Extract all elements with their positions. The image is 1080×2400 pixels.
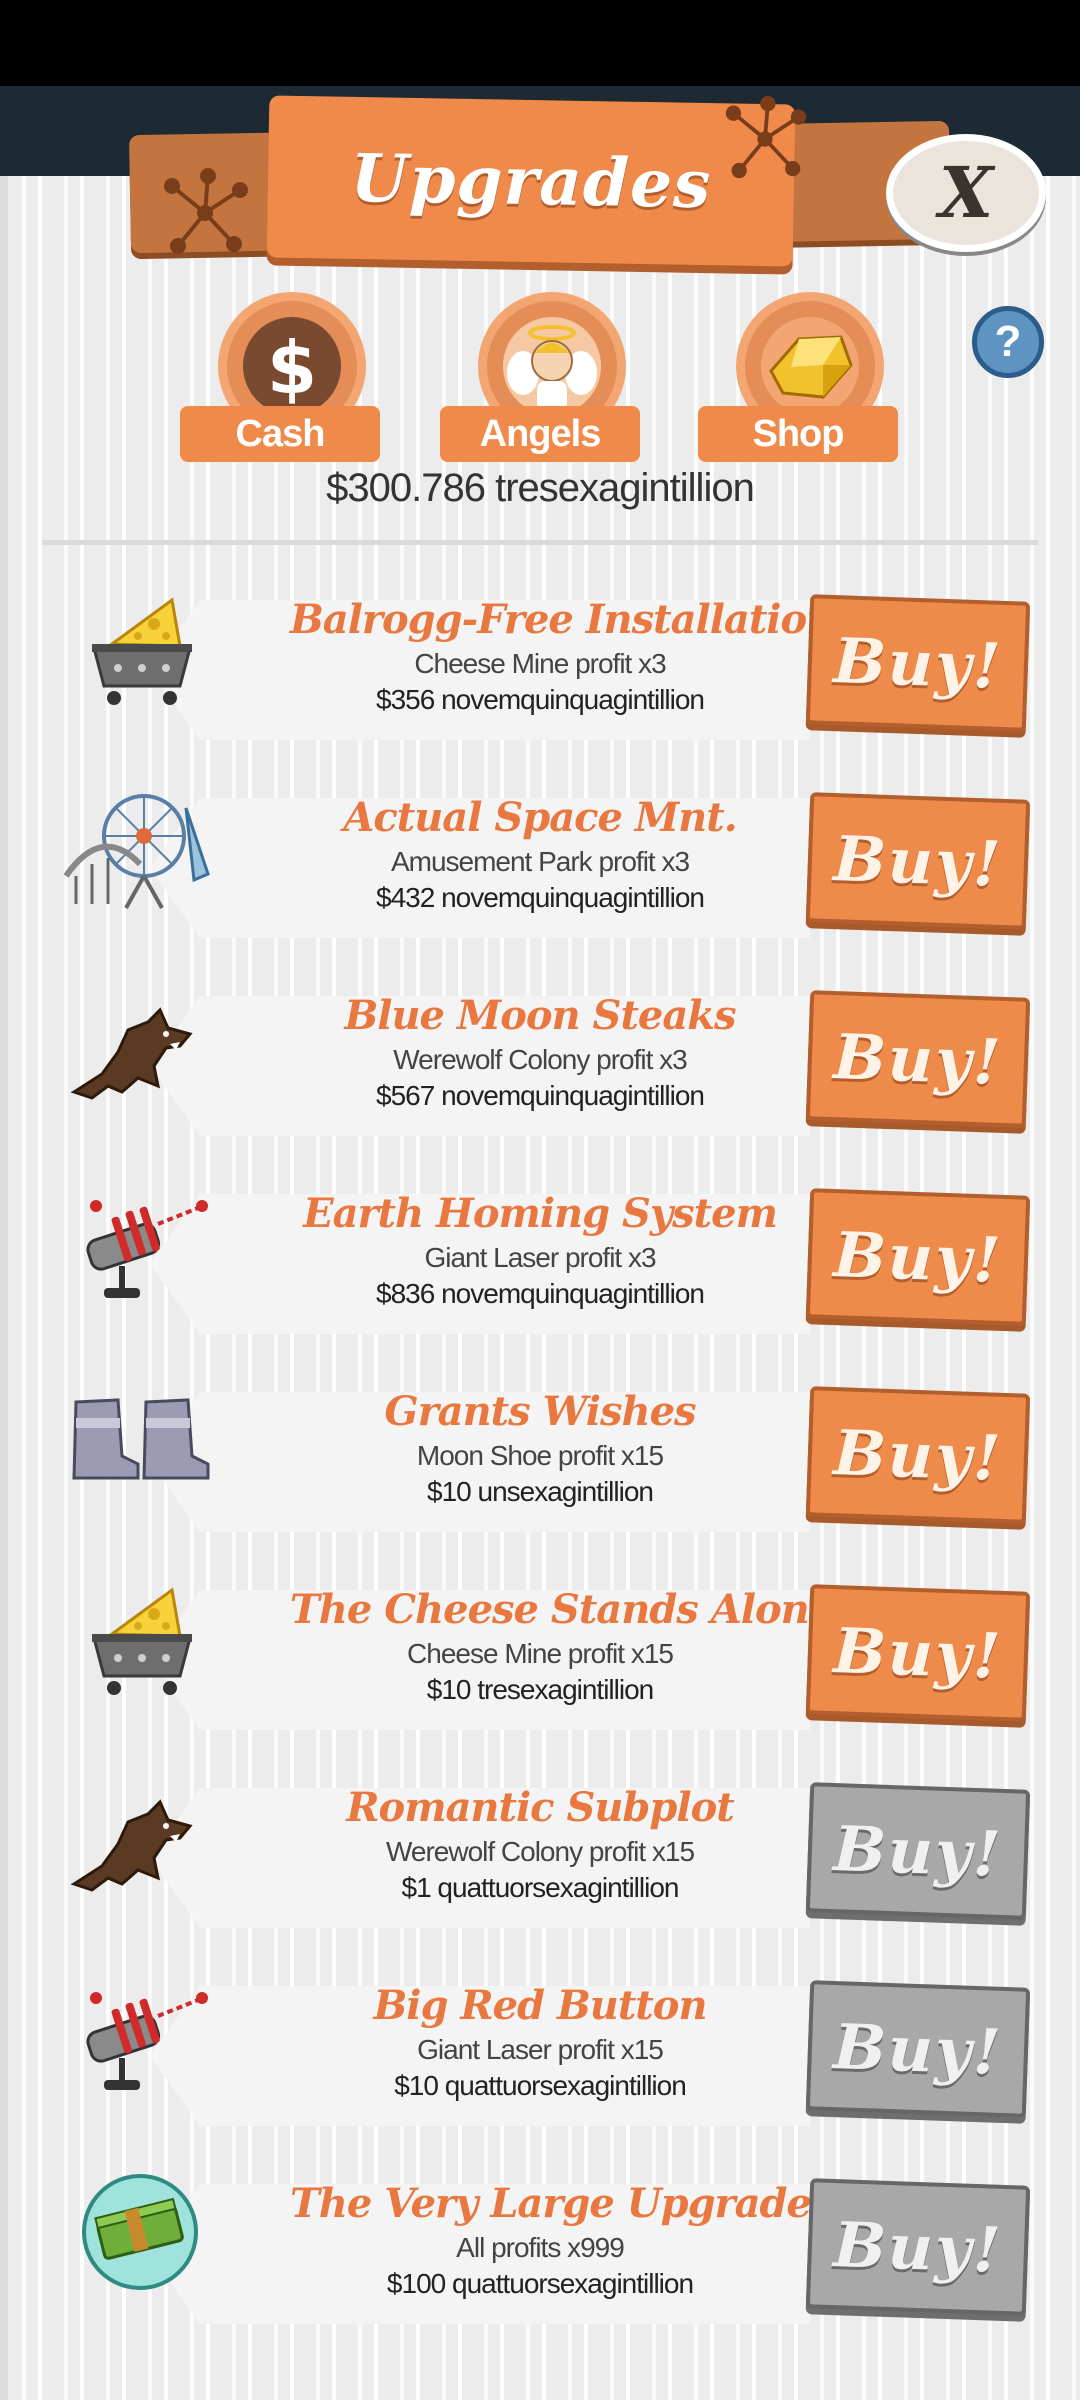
dollar-icon: $ (243, 317, 341, 415)
upgrade-info: Grants Wishes Moon Shoe profit x15 $10 uns… (290, 1386, 790, 1510)
buy-button[interactable]: Buy! (805, 792, 1031, 930)
close-icon: X (938, 151, 994, 234)
upgrade-description: Werewolf Colony profit x15 (385, 1836, 695, 1867)
upgrade-row: The Very Large Upgrade All profits x999 $1… (0, 2170, 1080, 2370)
upgrade-description: Giant Laser profit x15 (417, 2034, 664, 2065)
buy-button-label: Buy! (832, 2207, 1004, 2287)
upgrade-info: Actual Space Mnt. Amusement Park profit x… (290, 792, 790, 916)
upgrade-title: Romantic Subplot (346, 1784, 734, 1831)
money-stack-icon (62, 2170, 222, 2340)
atom-decoration-icon (164, 168, 248, 254)
tab-shop[interactable]: Shop (698, 292, 898, 462)
buy-button-label: Buy! (832, 623, 1004, 703)
atom-decoration-icon (725, 96, 807, 179)
upgrade-cost: $432 novemquinquagintillion (376, 882, 705, 913)
upgrade-info: Big Red Button Giant Laser profit x15 $10 … (290, 1980, 790, 2104)
upgrade-description: Giant Laser profit x3 (424, 1242, 656, 1273)
upgrade-description: Cheese Mine profit x3 (414, 648, 666, 679)
werewolf-icon (62, 982, 222, 1152)
upgrade-info: The Cheese Stands Alone Cheese Mine profi… (290, 1584, 834, 1708)
upgrade-row: Grants Wishes Moon Shoe profit x15 $10 uns… (0, 1378, 1080, 1578)
upgrade-description: Werewolf Colony profit x3 (393, 1044, 688, 1075)
help-button[interactable]: ? (972, 306, 1044, 378)
upgrade-cost: $10 quattuorsexagintillion (394, 2070, 687, 2101)
buy-button-label: Buy! (832, 821, 1004, 901)
giant-laser-icon (62, 1972, 222, 2142)
tab-angels[interactable]: Angels (440, 292, 640, 462)
upgrade-row: The Cheese Stands Alone Cheese Mine profi… (0, 1576, 1080, 1776)
upgrade-info: Earth Homing System Giant Laser profit x3… (290, 1188, 790, 1312)
cheese-mine-icon (62, 586, 222, 756)
buy-button-label: Buy! (832, 1811, 1004, 1891)
upgrade-info: The Very Large Upgrade All profits x999 $1… (290, 2178, 812, 2302)
buy-button[interactable]: Buy! (805, 1386, 1031, 1524)
tab-label: Angels (440, 406, 640, 462)
buy-button-label: Buy! (832, 2009, 1004, 2089)
upgrade-description: Moon Shoe profit x15 (416, 1440, 664, 1471)
upgrade-cost: $567 novemquinquagintillion (376, 1080, 705, 1111)
upgrade-title: The Cheese Stands Alone (290, 1586, 834, 1633)
upgrade-description: Amusement Park profit x3 (390, 846, 690, 877)
upgrade-title: Big Red Button (373, 1982, 707, 2029)
tab-cash[interactable]: $ Cash (180, 292, 380, 462)
giant-laser-icon (62, 1180, 222, 1350)
upgrade-row: Earth Homing System Giant Laser profit x3… (0, 1180, 1080, 1380)
buy-button[interactable]: Buy! (805, 990, 1031, 1128)
buy-button-label: Buy! (832, 1019, 1004, 1099)
upgrade-title: Blue Moon Steaks (344, 992, 736, 1039)
divider (42, 540, 1038, 545)
upgrade-title: Actual Space Mnt. (343, 794, 737, 841)
svg-text:$: $ (267, 326, 317, 410)
upgrade-description: All profits x999 (456, 2232, 625, 2263)
status-bar (0, 0, 1080, 86)
buy-button-label: Buy! (832, 1415, 1004, 1495)
tab-label: Cash (180, 406, 380, 462)
buy-button[interactable]: Buy! (805, 2178, 1031, 2316)
upgrade-cost: $356 novemquinquagintillion (376, 684, 705, 715)
upgrade-cost: $100 quattuorsexagintillion (386, 2268, 694, 2299)
angel-icon (503, 317, 601, 415)
header-banner: Upgrades (266, 95, 796, 267)
page-title: Upgrades (350, 138, 712, 224)
buy-button[interactable]: Buy! (805, 1782, 1031, 1920)
upgrade-cost: $10 tresexagintillion (426, 1674, 655, 1705)
upgrade-title: Earth Homing System (303, 1190, 778, 1237)
upgrade-title: Balrogg-Free Installations (290, 596, 857, 643)
upgrade-description: Cheese Mine profit x15 (407, 1638, 674, 1669)
upgrade-title: The Very Large Upgrade (290, 2180, 812, 2227)
buy-button[interactable]: Buy! (805, 1188, 1031, 1326)
buy-button-label: Buy! (832, 1613, 1004, 1693)
tab-label: Shop (698, 406, 898, 462)
buy-button[interactable]: Buy! (805, 1584, 1031, 1722)
upgrade-info: Blue Moon Steaks Werewolf Colony profit x… (290, 990, 790, 1114)
upgrade-cost: $836 novemquinquagintillion (376, 1278, 705, 1309)
cash-balance: $300.786 tresexagintillion (326, 466, 755, 510)
cheese-mine-icon (62, 1576, 222, 1746)
upgrade-cost: $1 quattuorsexagintillion (401, 1872, 680, 1903)
upgrade-cost: $10 unsexagintillion (427, 1476, 654, 1507)
buy-button-label: Buy! (832, 1217, 1004, 1297)
werewolf-icon (62, 1774, 222, 1944)
upgrade-row: Actual Space Mnt. Amusement Park profit x… (0, 784, 1080, 984)
upgrade-row: Romantic Subplot Werewolf Colony profit x… (0, 1774, 1080, 1974)
moon-shoe-icon (62, 1378, 222, 1548)
upgrade-title: Grants Wishes (384, 1388, 696, 1435)
amusement-park-icon (62, 784, 222, 954)
upgrade-row: Big Red Button Giant Laser profit x15 $10 … (0, 1972, 1080, 2172)
close-button[interactable]: X (886, 134, 1046, 252)
upgrade-info: Balrogg-Free Installations Cheese Mine pr… (290, 594, 857, 718)
buy-button[interactable]: Buy! (805, 1980, 1031, 2118)
upgrade-info: Romantic Subplot Werewolf Colony profit x… (290, 1782, 790, 1906)
upgrade-row: Blue Moon Steaks Werewolf Colony profit x… (0, 982, 1080, 1182)
buy-button[interactable]: Buy! (805, 594, 1031, 732)
gold-gem-icon (761, 317, 859, 415)
upgrade-row: Balrogg-Free Installations Cheese Mine pr… (0, 586, 1080, 786)
